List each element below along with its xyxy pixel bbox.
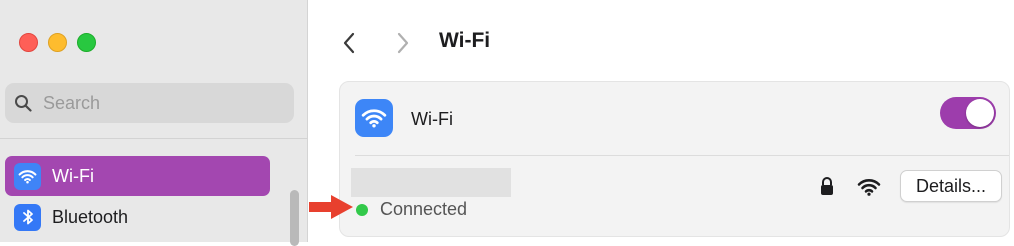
window-controls <box>19 33 96 52</box>
sidebar: Wi-Fi Bluetooth <box>0 0 308 246</box>
sidebar-scrollbar[interactable] <box>290 190 299 246</box>
toggle-knob <box>966 99 994 127</box>
chevron-right-icon <box>397 32 409 54</box>
page-title: Wi-Fi <box>439 29 491 52</box>
annotation-arrow-icon <box>309 195 353 219</box>
forward-button[interactable] <box>392 30 414 56</box>
back-button[interactable] <box>338 30 360 56</box>
sidebar-item-wifi[interactable]: Wi-Fi <box>5 156 270 196</box>
wifi-signal-icon <box>857 179 881 196</box>
zoom-window-button[interactable] <box>77 33 96 52</box>
bluetooth-icon <box>14 203 41 231</box>
main-pane: Wi-Fi Wi-Fi Connected Details... <box>308 0 1014 242</box>
sidebar-divider <box>0 138 308 139</box>
card-divider <box>355 155 1009 156</box>
wifi-toggle[interactable] <box>940 97 996 129</box>
network-name-redacted <box>351 168 511 197</box>
minimize-window-button[interactable] <box>48 33 67 52</box>
chevron-left-icon <box>343 32 355 54</box>
connection-status: Connected <box>356 199 467 220</box>
search-field[interactable] <box>5 83 294 123</box>
status-text: Connected <box>380 199 468 219</box>
lock-icon <box>821 177 833 195</box>
close-window-button[interactable] <box>19 33 38 52</box>
search-input[interactable] <box>41 91 265 115</box>
wifi-icon <box>355 99 393 137</box>
wifi-row-label: Wi-Fi <box>411 109 453 129</box>
sidebar-item-label: Wi-Fi <box>52 165 94 186</box>
details-button[interactable]: Details... <box>900 170 1002 202</box>
sidebar-item-label: Bluetooth <box>52 206 129 227</box>
search-icon <box>15 95 32 112</box>
wifi-settings-card: Wi-Fi Connected Details... <box>339 81 1010 237</box>
status-dot-icon <box>356 203 368 216</box>
wifi-icon <box>14 162 41 190</box>
sidebar-item-bluetooth[interactable]: Bluetooth <box>5 197 270 237</box>
